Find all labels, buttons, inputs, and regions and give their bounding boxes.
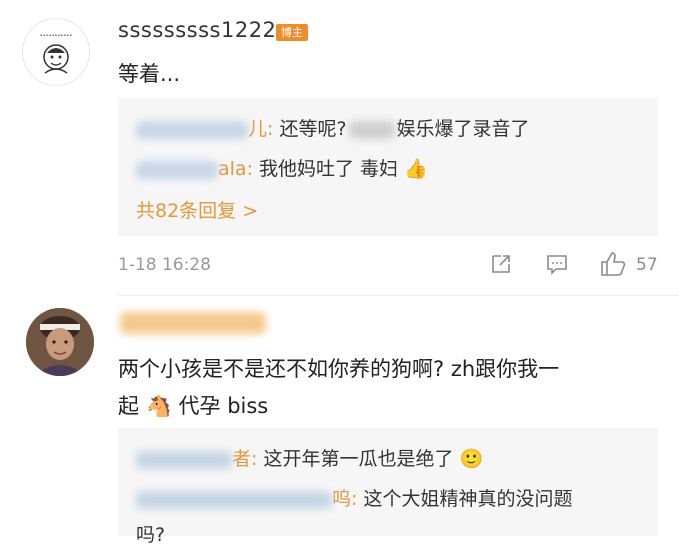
reply-text: 还等呢? [279,118,347,140]
comment-icon[interactable] [545,252,569,280]
svg-text:•••••••••••: ••••••••••• [40,33,72,39]
reply-item[interactable]: 者: 这开年第一瓜也是绝了 🙂 [136,444,483,471]
horse-emoji-icon: 🐴 [145,394,172,418]
user-avatar[interactable]: ••••••••••• [22,18,90,86]
reply-username[interactable]: 者: [232,448,257,470]
reply-item[interactable]: 儿: 还等呢? 娱乐爆了录音了 [136,114,530,141]
person-photo-icon [26,308,94,376]
reply-thread[interactable]: 者: 这开年第一瓜也是绝了 🙂 呜: 这个大姐精神真的没问题 吗? [118,428,658,546]
blurred-username-block [120,312,266,334]
reply-item[interactable]: 呜: 这个大姐精神真的没问题 [136,484,572,511]
more-replies-link[interactable]: 共82条回复 > [136,196,258,223]
reply-text: 我他妈吐了 毒妇 [259,158,399,180]
comment-divider [118,295,679,296]
thumbs-up-emoji-icon: 👍 [404,158,428,180]
reply-item[interactable]: ala: 我他妈吐了 毒妇 👍 [136,154,428,181]
smile-emoji-icon: 🙂 [459,448,484,470]
blurred-text [348,120,395,139]
reply-text: 这个大姐精神真的没问题 [363,488,573,510]
blurred-username[interactable] [120,312,266,334]
reply-text-cont: 娱乐爆了录音了 [396,118,530,140]
comment-text: 两个小孩是不是还不如你养的狗啊? zh跟你我一 [118,357,560,381]
blurred-username [136,450,232,469]
reply-username[interactable]: ala: [218,158,253,180]
reply-username[interactable]: 呜: [332,488,357,510]
comment-text-part: 起 [118,394,139,418]
comment-username[interactable]: sssssssss1222 [118,18,276,42]
comment-text-part: 代孕 biss [178,394,269,418]
reply-username[interactable]: 儿: [248,118,273,140]
blurred-username [136,490,332,509]
thumbs-up-icon[interactable] [599,250,627,282]
author-badge: 博主 [276,24,308,41]
comment-text-line2: 起 🐴 代孕 biss [118,390,268,420]
like-count: 57 [636,255,658,275]
comment-timestamp: 1-18 16:28 [118,255,211,275]
blurred-username [136,120,248,139]
share-icon[interactable] [489,252,513,280]
reply-text-continuation: 吗? [136,524,166,546]
comment-text: 等着... [118,62,181,86]
cartoon-avatar-icon: ••••••••••• [40,33,72,74]
blurred-username [136,160,218,179]
reply-text: 这开年第一瓜也是绝了 [263,448,454,470]
reply-thread[interactable]: 儿: 还等呢? 娱乐爆了录音了 ala: 我他妈吐了 毒妇 👍 共82条回复 > [118,98,658,236]
user-avatar[interactable] [26,308,94,376]
